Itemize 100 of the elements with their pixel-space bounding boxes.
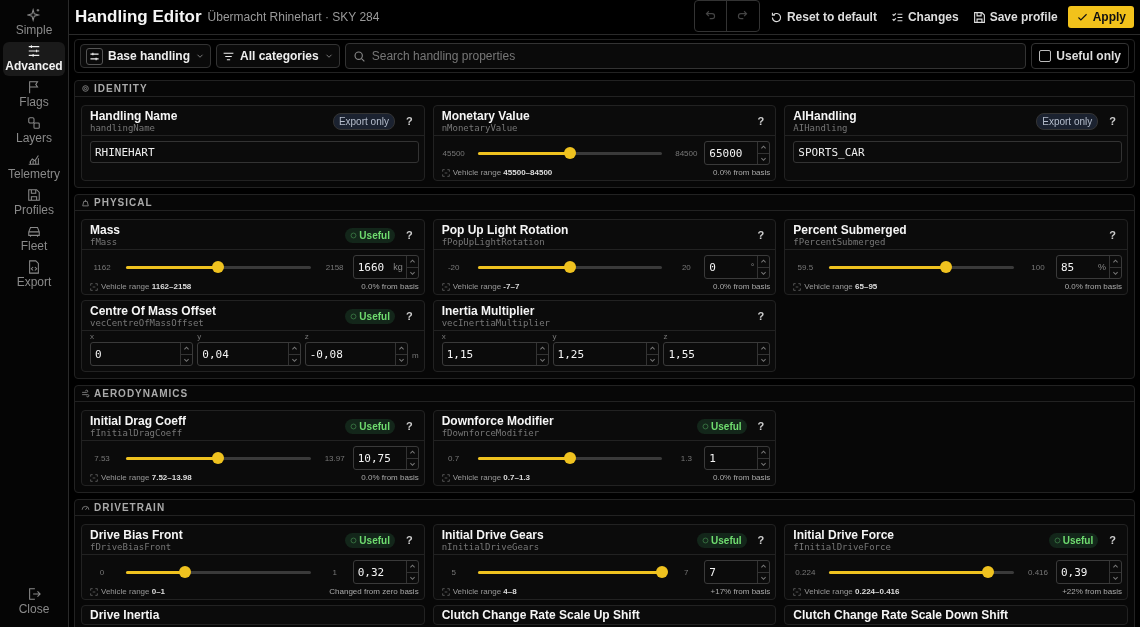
slider-thumb[interactable] — [564, 261, 576, 273]
checkbox[interactable] — [1039, 50, 1052, 62]
number-field[interactable]: 0 ° — [704, 255, 771, 279]
slider-thumb[interactable] — [212, 452, 225, 464]
increment-button[interactable] — [396, 343, 407, 355]
increment-button[interactable] — [181, 343, 193, 355]
slider-thumb[interactable] — [564, 452, 576, 464]
useful-only-toggle[interactable]: Useful only — [1031, 43, 1129, 69]
vehicle-range: Vehicle range 0.7–1.3 — [452, 473, 531, 482]
property-title: Downforce Modifier — [441, 414, 555, 428]
number-field[interactable]: 0,39 — [1056, 560, 1122, 584]
value-input[interactable]: 65000 — [705, 146, 758, 160]
increment-button[interactable] — [406, 447, 418, 459]
slider-thumb[interactable] — [564, 147, 576, 159]
sidebar-item[interactable]: Profiles — [3, 186, 65, 220]
sidebar-item[interactable]: Layers — [3, 114, 65, 148]
help-button[interactable]: ? — [402, 534, 416, 546]
slider-thumb[interactable] — [212, 261, 225, 273]
value-input[interactable]: 10,75 — [353, 451, 406, 465]
slider-thumb[interactable] — [179, 566, 192, 578]
slider-thumb[interactable] — [656, 566, 669, 578]
sidebar-item[interactable]: Simple — [3, 6, 65, 40]
search-input[interactable]: Search handling properties — [371, 49, 1019, 63]
help-button[interactable]: ? — [402, 115, 416, 127]
property-code: fMass — [90, 237, 119, 247]
help-button[interactable]: ? — [754, 310, 768, 322]
help-button[interactable]: ? — [1106, 115, 1119, 127]
number-field[interactable]: 0 — [90, 342, 194, 366]
help-button[interactable]: ? — [402, 310, 416, 322]
value-input[interactable]: 1660 — [353, 260, 394, 274]
value-input[interactable]: 0,32 — [353, 565, 406, 579]
reset-button[interactable]: Reset to default — [765, 10, 881, 24]
value-input[interactable]: 0,04 — [198, 347, 288, 361]
value-input[interactable]: 1,15 — [442, 347, 536, 361]
increment-button[interactable] — [536, 343, 548, 355]
increment-button[interactable] — [1110, 256, 1121, 268]
number-field[interactable]: -0,08 — [304, 342, 408, 366]
value-input[interactable]: 7 — [705, 565, 758, 579]
number-field[interactable]: 65000 — [704, 141, 771, 165]
axis-label: y — [197, 332, 203, 341]
help-button[interactable]: ? — [754, 420, 768, 432]
useful-tag: Useful — [345, 418, 395, 434]
property-code: fInitialDriveForce — [793, 542, 892, 552]
increment-button[interactable] — [406, 561, 418, 573]
sidebar-item[interactable]: Advanced — [3, 42, 65, 76]
increment-button[interactable] — [758, 343, 770, 355]
sidebar-item[interactable]: Fleet — [3, 222, 65, 256]
value-input[interactable]: 0,39 — [1057, 565, 1109, 579]
help-button[interactable]: ? — [754, 229, 768, 241]
basis-delta: Changed from zero basis — [329, 587, 419, 596]
sidebar-item[interactable]: Telemetry — [3, 150, 65, 184]
min-label: 59.5 — [796, 262, 815, 272]
value-input[interactable]: 1,55 — [664, 347, 758, 361]
number-field[interactable]: 1,25 — [552, 342, 660, 366]
increment-button[interactable] — [1110, 561, 1121, 573]
value-input[interactable]: 1 — [705, 451, 758, 465]
help-button[interactable]: ? — [754, 115, 768, 127]
number-field[interactable]: 0,32 — [352, 560, 419, 584]
help-button[interactable]: ? — [402, 420, 416, 432]
max-label: 7 — [683, 567, 690, 577]
help-button[interactable]: ? — [754, 534, 768, 546]
number-field[interactable]: 85 % — [1056, 255, 1122, 279]
save-profile-button[interactable]: Save profile — [968, 10, 1062, 24]
increment-button[interactable] — [647, 343, 659, 355]
value-input[interactable]: 85 — [1057, 260, 1098, 274]
increment-button[interactable] — [288, 343, 300, 355]
apply-button[interactable]: Apply — [1067, 6, 1134, 28]
slider-thumb[interactable] — [982, 566, 995, 578]
search-field[interactable]: Search handling properties — [344, 43, 1027, 69]
value-input[interactable]: 0 — [91, 347, 181, 361]
min-label: 0 — [98, 567, 106, 577]
number-field[interactable]: 10,75 — [352, 446, 419, 470]
number-field[interactable]: 1,15 — [441, 342, 549, 366]
text-field[interactable]: SPORTS_CAR — [793, 141, 1122, 163]
text-field[interactable]: RHINEHART — [90, 141, 419, 163]
value-input[interactable]: 0 — [705, 260, 751, 274]
increment-button[interactable] — [406, 256, 418, 268]
increment-button[interactable] — [758, 561, 770, 573]
undo-icon — [703, 8, 717, 21]
changes-button[interactable]: Changes — [886, 10, 963, 24]
value-input[interactable]: 1,25 — [553, 347, 647, 361]
value-input[interactable]: -0,08 — [305, 347, 395, 361]
help-button[interactable]: ? — [402, 229, 416, 241]
help-button[interactable]: ? — [1106, 534, 1119, 546]
help-button[interactable]: ? — [1106, 229, 1119, 241]
slider-thumb[interactable] — [939, 261, 952, 273]
number-field[interactable]: 1660 kg — [352, 255, 419, 279]
increment-button[interactable] — [758, 447, 770, 459]
number-field[interactable]: 0,04 — [197, 342, 301, 366]
sidebar-item[interactable]: Flags — [3, 78, 65, 112]
section-title: PHYSICAL — [94, 197, 153, 208]
number-field[interactable]: 1 — [704, 446, 771, 470]
category-select[interactable]: All categories — [216, 44, 340, 68]
increment-button[interactable] — [758, 142, 770, 154]
number-field[interactable]: 1,55 — [663, 342, 771, 366]
mode-select[interactable]: Base handling — [80, 44, 211, 68]
close-button[interactable]: Close — [3, 585, 65, 619]
number-field[interactable]: 7 — [704, 560, 771, 584]
sidebar-item[interactable]: Export — [3, 258, 65, 292]
increment-button[interactable] — [758, 256, 770, 268]
